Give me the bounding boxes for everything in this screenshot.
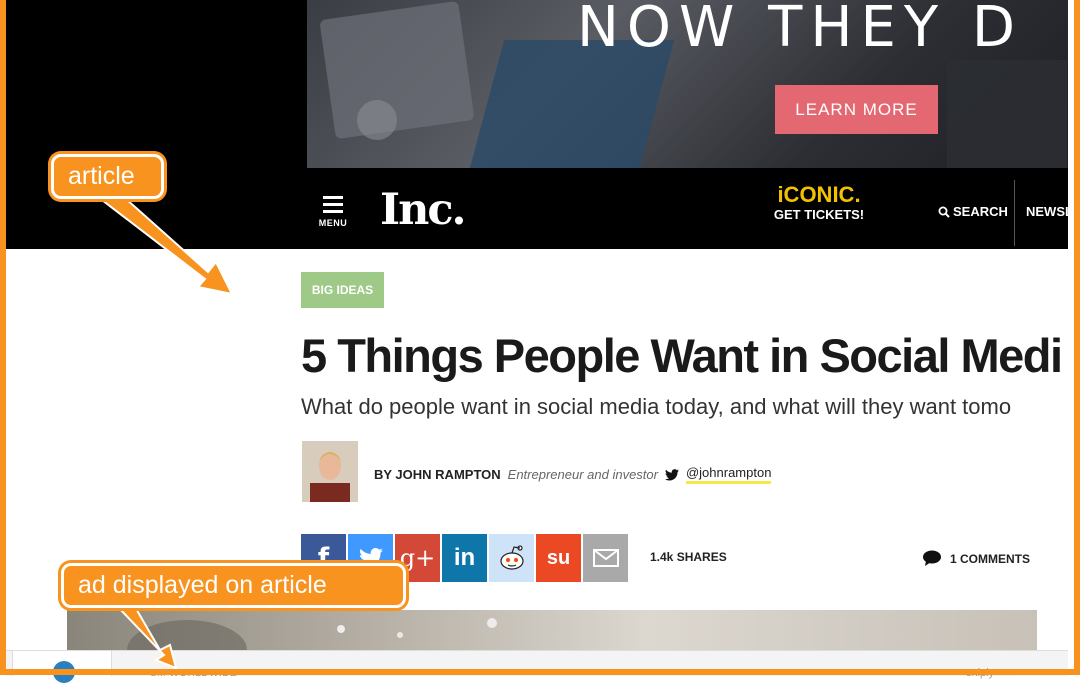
- menu-button[interactable]: MENU: [313, 194, 353, 234]
- sniply-ad-sponsor: SM WORLDWIDE: [150, 668, 238, 679]
- comments-count: 1 COMMENTS: [950, 551, 1031, 566]
- email-icon: [592, 549, 619, 567]
- sniply-brand[interactable]: sniply ✕: [966, 666, 1012, 679]
- author-name[interactable]: BY JOHN RAMPTON: [374, 467, 501, 482]
- promo-subtitle: GET TICKETS!: [773, 207, 865, 222]
- hamburger-icon: [323, 196, 343, 199]
- byline: BY JOHN RAMPTON Entrepreneur and investo…: [374, 465, 772, 484]
- nav-divider: [1014, 180, 1015, 246]
- email-share-button[interactable]: [583, 534, 628, 582]
- iconic-promo-link[interactable]: iCONIC. GET TICKETS!: [760, 183, 878, 223]
- close-icon[interactable]: ✕: [1003, 667, 1012, 679]
- article-hero-image: [67, 610, 1037, 655]
- promo-title: iCONIC.: [777, 182, 861, 207]
- stumbleupon-icon: su: [546, 546, 571, 569]
- comments-link[interactable]: 1 COMMENTS: [922, 550, 1030, 567]
- sniply-brand-label: sniply: [966, 667, 995, 679]
- article-subhead: What do people want in social media toda…: [301, 394, 1012, 419]
- reddit-icon: [499, 545, 524, 570]
- shares-count: 1.4k SHARES: [650, 550, 727, 564]
- author-twitter-link[interactable]: @johnrampton: [685, 465, 772, 484]
- newsletter-link[interactable]: NEWSL: [1026, 204, 1068, 219]
- banner-ad-headline: NOW THEY D: [577, 0, 1023, 60]
- article-headline: 5 Things People Want in Social Medi: [301, 329, 1063, 382]
- banner-ad-image: NOW THEY D LEARN MORE: [307, 0, 1068, 168]
- author-role: Entrepreneur and investor: [507, 467, 658, 482]
- learn-more-button[interactable]: LEARN MORE: [775, 85, 938, 134]
- ad-callout: ad displayed on article: [61, 563, 406, 608]
- menu-label: MENU: [318, 218, 348, 228]
- reddit-share-button[interactable]: [489, 534, 534, 582]
- banner-ad[interactable]: NOW THEY D LEARN MORE: [6, 0, 1068, 168]
- article-callout: article: [51, 154, 164, 199]
- site-header: [6, 168, 1068, 249]
- linkedin-share-button[interactable]: in: [442, 534, 487, 582]
- search-link[interactable]: SEARCH: [938, 204, 1008, 219]
- author-avatar[interactable]: [302, 441, 358, 502]
- category-tag[interactable]: BIG IDEAS: [301, 272, 384, 308]
- search-icon: [938, 206, 950, 218]
- linkedin-icon: in: [453, 544, 476, 571]
- search-label: SEARCH: [953, 204, 1008, 219]
- comment-icon: [923, 550, 941, 566]
- twitter-icon: [664, 468, 679, 480]
- site-logo[interactable]: Inc.: [380, 185, 467, 235]
- stumbleupon-share-button[interactable]: su: [536, 534, 581, 582]
- sniply-ad-logo[interactable]: [12, 650, 112, 683]
